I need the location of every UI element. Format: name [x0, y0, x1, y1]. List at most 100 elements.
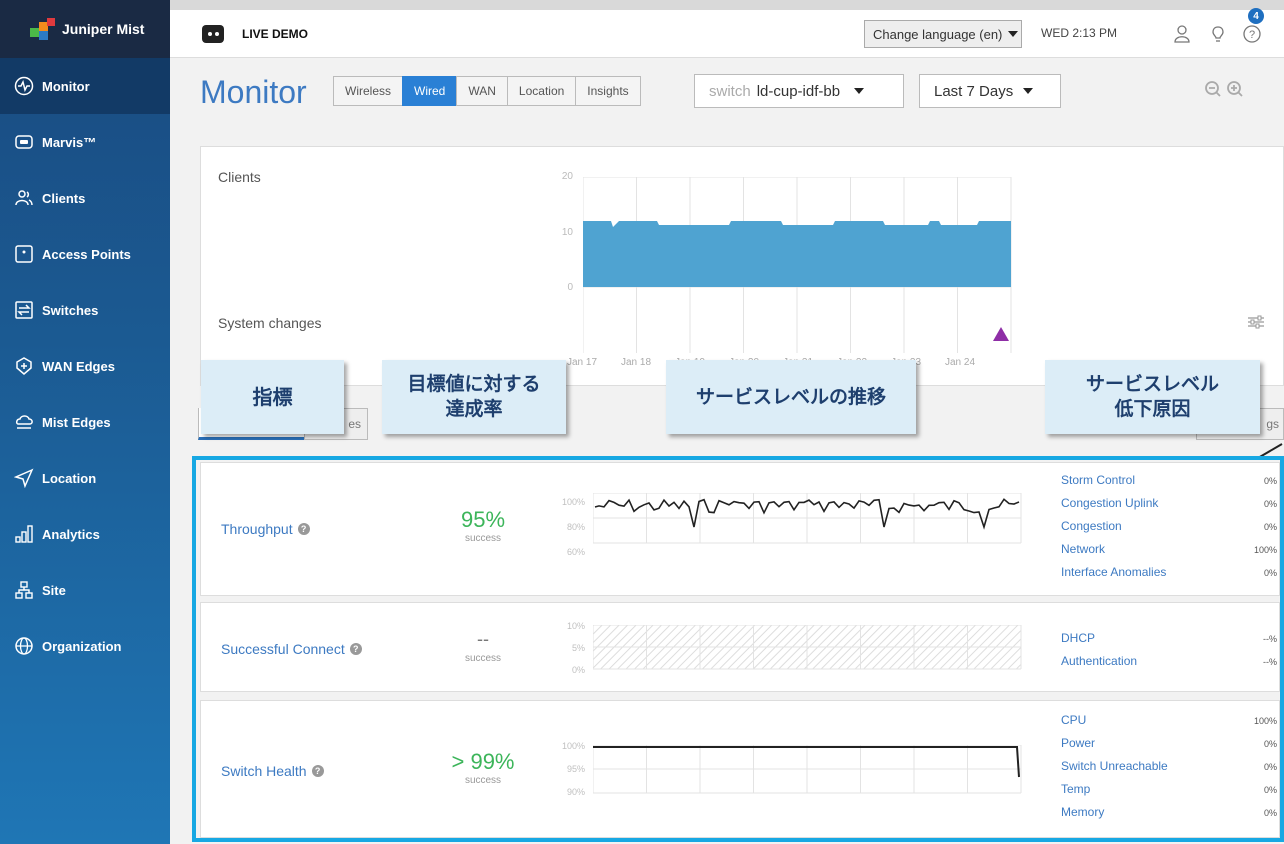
axis-tick: 60%	[566, 547, 585, 557]
sidebar-item-clients[interactable]: Clients	[0, 170, 170, 226]
axis-tick: 95%	[566, 764, 585, 774]
classifier-memory[interactable]: Memory	[1061, 805, 1104, 819]
classifier-congestion[interactable]: Congestion	[1061, 519, 1122, 533]
sidebar-item-label: Organization	[42, 638, 122, 654]
sle-percent: --	[477, 629, 489, 649]
language-select[interactable]: Change language (en)	[864, 20, 1022, 48]
callout-cause: サービスレベル 低下原因	[1045, 360, 1260, 434]
sidebar-item-location[interactable]: Location	[0, 450, 170, 506]
help-icon[interactable]: ?	[349, 643, 362, 655]
sle-row-switch-health[interactable]: Switch Health ? > 99% success 100% 95% 9…	[200, 700, 1280, 838]
access-point-icon	[14, 244, 34, 264]
brand[interactable]: Juniper Mist	[0, 0, 170, 58]
classifier-interface-anomalies[interactable]: Interface Anomalies	[1061, 565, 1166, 579]
sidebar-item-monitor[interactable]: Monitor	[0, 58, 170, 114]
classifier-value: --%	[1263, 657, 1277, 667]
sidebar-item-label: WAN Edges	[42, 358, 115, 374]
sle-name[interactable]: Throughput ?	[221, 521, 310, 537]
sidebar-item-access-points[interactable]: Access Points	[0, 226, 170, 282]
axis-tick: 10%	[566, 621, 585, 631]
clients-icon	[14, 188, 34, 208]
classifier-congestion-uplink[interactable]: Congestion Uplink	[1061, 496, 1158, 510]
sidebar-item-analytics[interactable]: Analytics	[0, 506, 170, 562]
location-icon	[14, 468, 34, 488]
classifier-switch-unreachable[interactable]: Switch Unreachable	[1061, 759, 1168, 773]
tab-wan[interactable]: WAN	[456, 76, 508, 106]
switch-select[interactable]: switch ld-cup-idf-bb	[694, 74, 904, 108]
classifier-dhcp[interactable]: DHCP	[1061, 631, 1095, 645]
classifier-temp[interactable]: Temp	[1061, 782, 1090, 796]
axis-tick: 80%	[566, 522, 585, 532]
classifier-value: 0%	[1263, 739, 1277, 749]
sle-row-successful-connect[interactable]: Successful Connect ? -- success 10% 5% 0…	[200, 602, 1280, 692]
sle-panel: Throughput ? 95% success 100% 80% 60% St…	[192, 456, 1284, 842]
sidebar-item-mist-edges[interactable]: Mist Edges	[0, 394, 170, 450]
settings-sliders-icon[interactable]	[1247, 315, 1265, 329]
lightbulb-icon[interactable]	[1208, 24, 1228, 44]
classifier-value: 100%	[1253, 545, 1277, 555]
sle-name[interactable]: Switch Health ?	[221, 763, 324, 779]
system-changes-label: System changes	[218, 315, 322, 331]
zoom-in-icon[interactable]	[1226, 80, 1244, 98]
classifier-power[interactable]: Power	[1061, 736, 1095, 750]
switch-select-value: ld-cup-idf-bb	[756, 82, 841, 100]
successful-connect-trend-chart[interactable]	[593, 625, 1023, 673]
sidebar-item-site[interactable]: Site	[0, 562, 170, 618]
sle-name[interactable]: Successful Connect ?	[221, 641, 362, 657]
clients-timeline-chart[interactable]	[583, 177, 1013, 357]
sidebar-item-label: Mist Edges	[42, 414, 111, 430]
classifier-value: 0%	[1263, 762, 1277, 772]
sidebar-item-label: Marvis™	[42, 134, 97, 150]
sle-name-text: Throughput	[221, 521, 293, 537]
help-icon[interactable]: ?	[297, 523, 310, 535]
org-name: LIVE DEMO	[242, 26, 309, 41]
throughput-trend-chart[interactable]	[593, 493, 1023, 555]
tab-wireless[interactable]: Wireless	[333, 76, 404, 106]
sle-percent: 95%	[460, 507, 506, 532]
tab-wired[interactable]: Wired	[402, 76, 458, 106]
sidebar-item-organization[interactable]: Organization	[0, 618, 170, 674]
notification-badge: 4	[1248, 8, 1264, 24]
juniper-logo-icon	[30, 18, 56, 40]
axis-tick: 0%	[571, 665, 585, 675]
sle-percent: > 99%	[451, 749, 515, 774]
classifier-authentication[interactable]: Authentication	[1061, 654, 1137, 668]
tab-insights[interactable]: Insights	[575, 76, 641, 106]
switch-health-trend-chart[interactable]	[593, 745, 1023, 801]
classifier-storm-control[interactable]: Storm Control	[1061, 473, 1135, 487]
classifier-value: 0%	[1263, 522, 1277, 532]
help-icon[interactable]: ?	[311, 765, 324, 777]
sle-success-label: success	[464, 533, 502, 544]
sidebar-item-label: Switches	[42, 302, 99, 318]
callout-trend: サービスレベルの推移	[666, 360, 916, 434]
monitor-tabs: Wireless Wired WAN Location Insights	[333, 76, 641, 106]
classifier-value: 0%	[1263, 785, 1277, 795]
classifier-cpu[interactable]: CPU	[1061, 713, 1086, 727]
tab-location[interactable]: Location	[506, 76, 577, 106]
marvis-icon	[14, 132, 34, 152]
top-bar: LIVE DEMO Change language (en) WED 2:13 …	[170, 8, 1284, 58]
classifier-value: --%	[1263, 634, 1277, 644]
clients-area	[583, 221, 1011, 287]
sidebar-item-switches[interactable]: Switches	[0, 282, 170, 338]
y-tick: 10	[561, 227, 573, 238]
user-icon[interactable]	[1172, 24, 1192, 44]
pulse-icon	[14, 76, 34, 96]
axis-tick: 100%	[561, 497, 585, 507]
sidebar-item-wan-edges[interactable]: WAN Edges	[0, 338, 170, 394]
org-icon	[202, 24, 224, 43]
date-time: WED 2:13 PM	[1041, 26, 1118, 40]
help-icon[interactable]: ?	[1242, 24, 1262, 44]
sidebar-item-marvis[interactable]: Marvis™	[0, 114, 170, 170]
time-range-value: Last 7 Days	[934, 82, 1014, 100]
mist-edge-icon	[14, 412, 34, 432]
classifier-value: 0%	[1263, 476, 1277, 486]
sle-row-throughput[interactable]: Throughput ? 95% success 100% 80% 60% St…	[200, 462, 1280, 596]
zoom-out-icon[interactable]	[1204, 80, 1222, 98]
page-title: Monitor	[200, 74, 307, 110]
time-range-select[interactable]: Last 7 Days	[919, 74, 1061, 108]
callout-achievement: 目標値に対する 達成率	[382, 360, 566, 434]
y-tick: 20	[561, 171, 573, 182]
classifier-network[interactable]: Network	[1061, 542, 1105, 556]
classifier-value: 100%	[1253, 716, 1277, 726]
